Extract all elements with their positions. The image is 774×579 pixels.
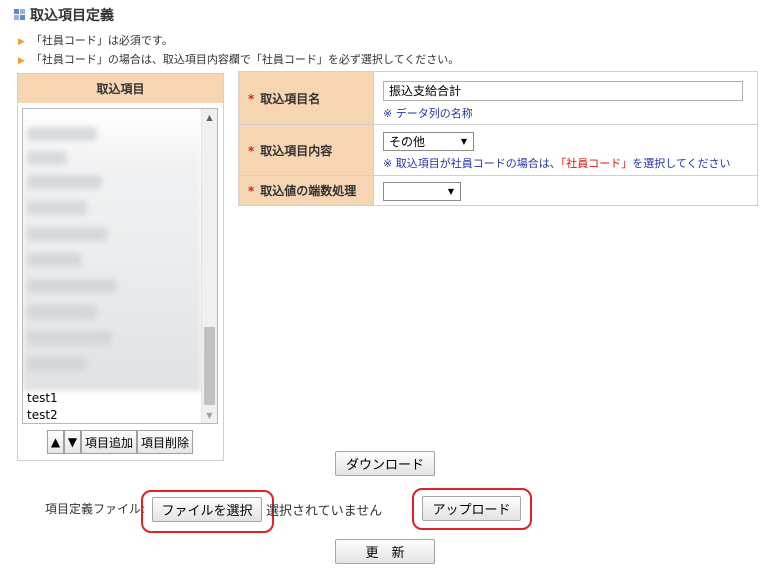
name-label-cell: * 取込項目名 [238, 71, 374, 125]
add-item-button[interactable]: 項目追加 [81, 430, 137, 454]
redacted-item [27, 201, 87, 215]
item-listbox[interactable]: test1 test2 ▲ ▼ [22, 108, 218, 424]
redacted-item [27, 331, 112, 345]
item-list-header: 取込項目 [18, 74, 223, 103]
move-down-button[interactable]: ▼ [64, 430, 81, 454]
page-title: 取込項目定義 [30, 8, 114, 24]
caret-down-icon: ▼ [447, 186, 454, 196]
scroll-up-icon[interactable]: ▲ [202, 109, 217, 125]
triangle-right-icon: ▶ [18, 37, 25, 47]
item-definition-form: *取込項目名 ※ データ列の名称 *取込項目内容 その他▼ ※ 取込項目が社員コ… [238, 71, 758, 206]
redacted-item [27, 305, 97, 319]
redacted-item [27, 253, 82, 267]
content-hint: ※ 取込項目が社員コードの場合は、「社員コード」を選択してください [383, 156, 731, 170]
redacted-item [27, 127, 97, 141]
rounding-value-cell: ▼ [373, 175, 758, 206]
grid-icon [14, 9, 25, 20]
redacted-item [27, 357, 87, 371]
redacted-item [27, 227, 107, 241]
list-scrollbar[interactable]: ▲ ▼ [201, 109, 217, 423]
name-hint: ※ データ列の名称 [383, 106, 473, 120]
content-label-cell: * 取込項目内容 [238, 124, 374, 176]
file-label: 項目定義ファイル: [45, 502, 146, 516]
delete-item-button[interactable]: 項目削除 [137, 430, 193, 454]
list-item[interactable]: test1 [27, 391, 58, 405]
content-value-cell: その他 ▼ ※ 取込項目が社員コードの場合は、「社員コード」を選択してください [373, 124, 758, 176]
content-label: 取込項目内容 [260, 143, 333, 158]
note-required: ▶ 「社員コード」は必須です。 [18, 34, 173, 47]
caret-down-icon: ▼ [460, 136, 467, 146]
list-button-group: ▲ ▼ 項目追加 項目削除 [47, 430, 193, 454]
name-label: 取込項目名 [260, 91, 321, 106]
update-button[interactable]: 更 新 [335, 539, 435, 564]
rounding-label-cell: * 取込値の端数処理 [238, 175, 374, 206]
rounding-select[interactable]: ▼ [383, 181, 461, 201]
redacted-item [27, 175, 102, 189]
rounding-label: 取込値の端数処理 [260, 184, 357, 198]
list-item[interactable]: test2 [27, 408, 58, 422]
upload-button[interactable]: アップロード [422, 496, 521, 521]
note-select-code: ▶ 「社員コード」の場合は、取込項目内容欄で「社員コード」を必ず選択してください。 [18, 53, 460, 66]
redacted-item [27, 279, 117, 293]
redacted-item [27, 151, 67, 165]
item-content-select[interactable]: その他 ▼ [383, 131, 474, 151]
name-value-cell: ※ データ列の名称 [373, 71, 758, 125]
scroll-thumb[interactable] [204, 327, 215, 405]
move-up-button[interactable]: ▲ [47, 430, 64, 454]
item-list-panel: 取込項目 test1 test2 ▲ ▼ ▲ ▼ 項目追加 項目削除 [17, 73, 224, 461]
file-status: 選択されていません [266, 504, 383, 519]
choose-file-button[interactable]: ファイルを選択 [152, 497, 262, 522]
download-button[interactable]: ダウンロード [335, 451, 435, 476]
scroll-down-icon[interactable]: ▼ [202, 407, 217, 423]
item-name-input[interactable] [383, 80, 743, 101]
triangle-right-icon: ▶ [18, 56, 25, 66]
